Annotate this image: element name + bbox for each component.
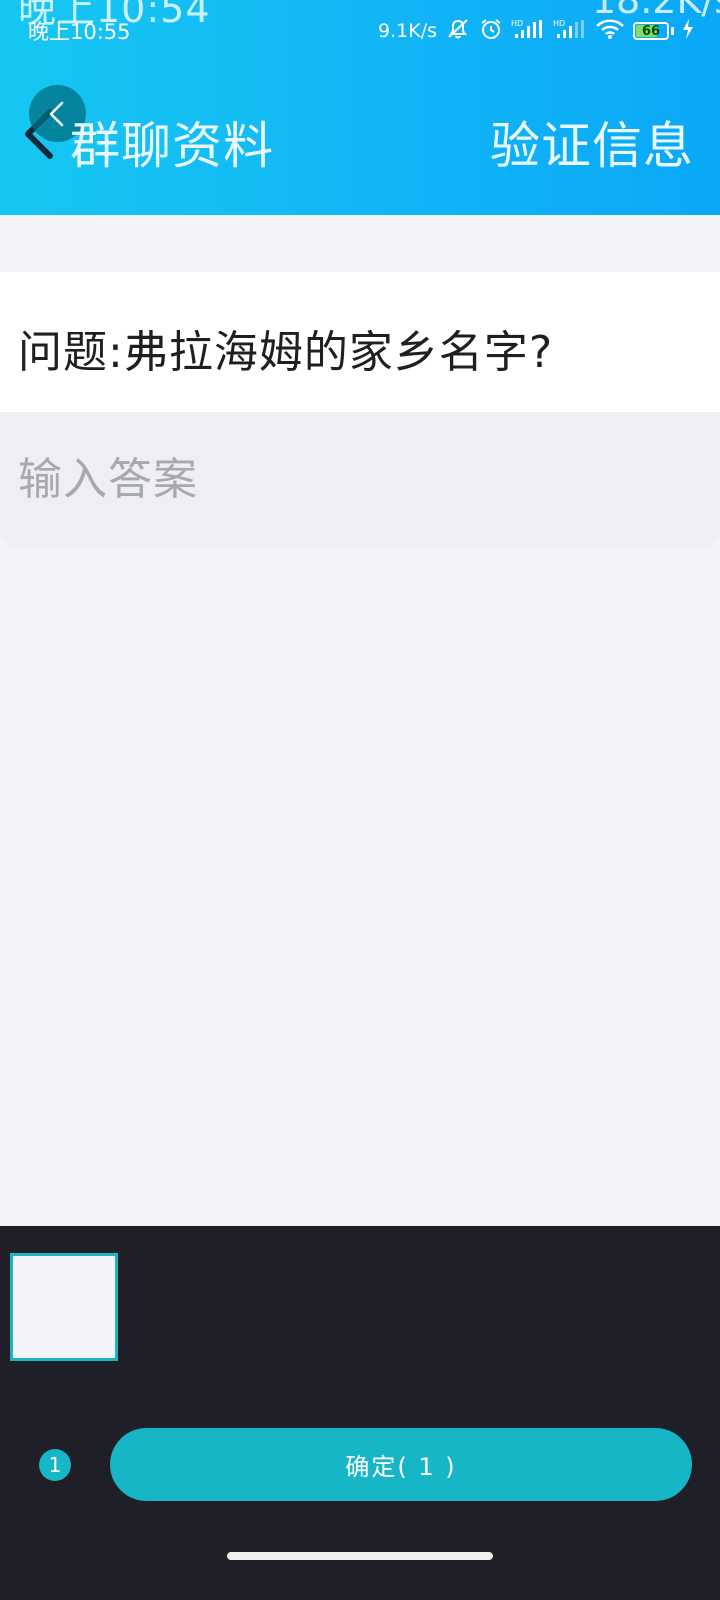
status-bar: 晚上10:55 9.1K/s HD HD 66 <box>0 16 720 50</box>
battery-level: 66 <box>641 23 661 39</box>
back-label[interactable]: 群聊资料 <box>70 106 274 178</box>
battery-icon: 66 <box>633 22 669 40</box>
page-title: 验证信息 <box>490 117 694 175</box>
status-icons: 9.1K/s HD HD 66 <box>378 18 694 44</box>
question-text: 问题:弗拉海姆的家乡名字? <box>18 327 554 378</box>
confirm-button[interactable]: 确定( 1 ) <box>110 1428 692 1501</box>
svg-text:HD: HD <box>553 19 565 28</box>
home-indicator[interactable] <box>227 1552 493 1560</box>
back-icon <box>49 101 63 126</box>
wifi-icon <box>595 18 625 44</box>
mute-bell-icon <box>445 18 471 44</box>
selected-screenshot-thumbnail[interactable] <box>10 1253 118 1361</box>
question-card: 问题:弗拉海姆的家乡名字? <box>0 272 720 412</box>
alarm-icon <box>479 18 503 44</box>
app-header: 晚上10:54 18.2K/s 晚上10:55 9.1K/s HD HD 66 … <box>0 0 720 215</box>
charging-icon <box>682 19 694 43</box>
screen: 晚上10:54 18.2K/s 晚上10:55 9.1K/s HD HD 66 … <box>0 0 720 1600</box>
hd-signal-icon: HD <box>553 18 587 44</box>
network-speed: 9.1K/s <box>378 20 437 42</box>
status-time: 晚上10:55 <box>28 20 131 44</box>
answer-input[interactable] <box>0 412 720 547</box>
hd-signal-icon: HD <box>511 18 545 44</box>
selection-count-badge: 1 <box>39 1449 71 1481</box>
battery-cap <box>671 27 674 35</box>
svg-text:HD: HD <box>511 19 523 28</box>
